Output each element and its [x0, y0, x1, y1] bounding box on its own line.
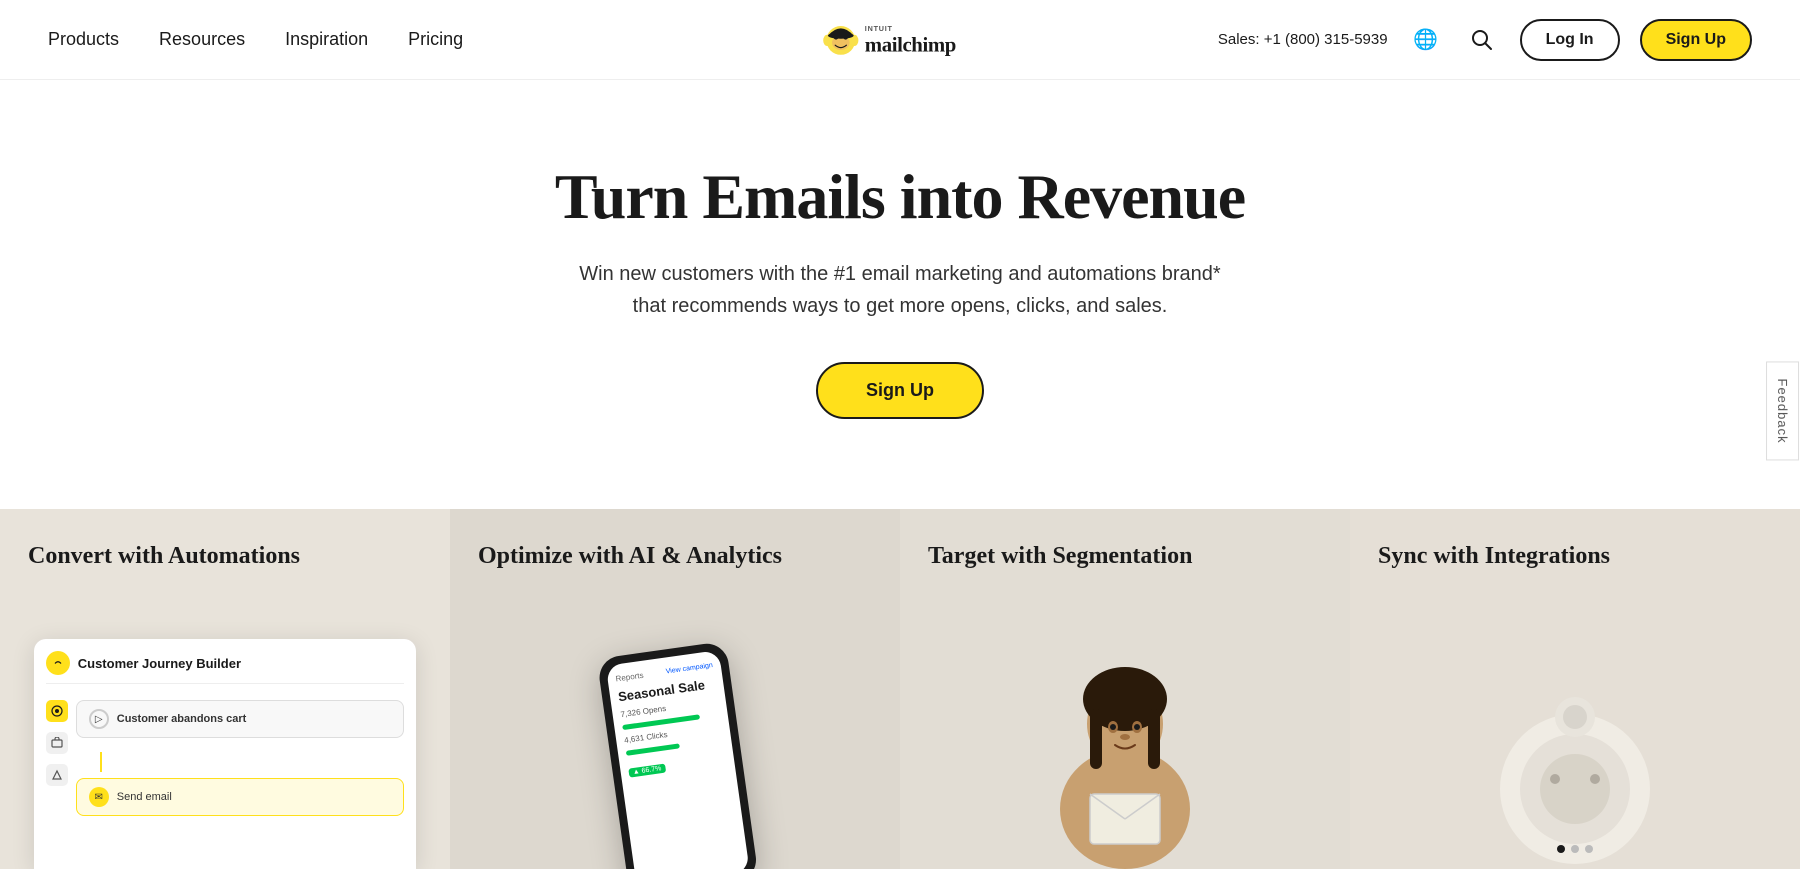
jb-title-text: Customer Journey Builder — [78, 656, 241, 671]
nav-pricing[interactable]: Pricing — [408, 29, 463, 50]
sidebar-icon-3 — [46, 764, 68, 786]
phone-container: Reports View campaign Seasonal Sale 7,32… — [610, 599, 740, 869]
analytics-mockup: Reports View campaign Seasonal Sale 7,32… — [450, 599, 900, 869]
navbar: Products Resources Inspiration Pricing — [0, 0, 1800, 80]
globe-icon[interactable]: 🌐 — [1408, 22, 1444, 58]
nav-left: Products Resources Inspiration Pricing — [48, 29, 463, 50]
jb-card-email: Send email — [117, 791, 172, 803]
panel-dots — [1350, 845, 1800, 853]
nav-right: Sales: +1 (800) 315-5939 🌐 Log In Sign U… — [1218, 19, 1752, 61]
phone-campaign-link: View campaign — [665, 662, 713, 676]
feature-analytics-title: Optimize with AI & Analytics — [450, 509, 900, 592]
jb-header: Customer Journey Builder — [46, 651, 405, 684]
svg-text:INTUIT: INTUIT — [865, 23, 893, 32]
jb-card-text: Customer abandons cart — [117, 713, 247, 725]
feature-segmentation-title: Target with Segmentation — [900, 509, 1350, 592]
nav-inspiration[interactable]: Inspiration — [285, 29, 368, 50]
feature-segmentation: Target with Segmentation — [900, 509, 1350, 869]
feature-automations: Convert with Automations Customer Journe… — [0, 509, 450, 869]
phone-reports-label: Reports — [615, 671, 644, 684]
signup-hero-button[interactable]: Sign Up — [816, 362, 984, 419]
jb-logo-icon — [46, 651, 70, 675]
hero-section: Turn Emails into Revenue Win new custome… — [0, 80, 1800, 509]
segmentation-mockup — [900, 599, 1350, 869]
phone-screen: Reports View campaign Seasonal Sale 7,32… — [606, 650, 750, 869]
nav-resources[interactable]: Resources — [159, 29, 245, 50]
features-section: Convert with Automations Customer Journe… — [0, 509, 1800, 869]
jb-card-2: ✉ Send email — [76, 778, 405, 816]
dot-1 — [1557, 845, 1565, 853]
feedback-tab[interactable]: Feedback — [1766, 361, 1799, 460]
sales-number: Sales: +1 (800) 315-5939 — [1218, 31, 1388, 48]
jb-card-icon-1: ▷ — [89, 709, 109, 729]
dot-2 — [1571, 845, 1579, 853]
hero-title: Turn Emails into Revenue — [555, 160, 1245, 234]
hero-subtitle: Win new customers with the #1 email mark… — [560, 258, 1240, 322]
login-button[interactable]: Log In — [1520, 19, 1620, 61]
feature-integrations: Sync with Integrations — [1350, 509, 1800, 869]
sidebar-icon-2 — [46, 732, 68, 754]
svg-text:mailchimp: mailchimp — [865, 33, 956, 56]
phone-device: Reports View campaign Seasonal Sale 7,32… — [597, 641, 759, 869]
signup-nav-button[interactable]: Sign Up — [1640, 19, 1752, 61]
logo[interactable]: INTUIT mailchimp — [820, 15, 980, 65]
feature-integrations-title: Sync with Integrations — [1350, 509, 1800, 592]
jb-card-icon-2: ✉ — [89, 787, 109, 807]
search-icon[interactable] — [1464, 22, 1500, 58]
jb-connector — [100, 752, 102, 772]
integrations-mockup — [1350, 599, 1800, 869]
dot-3 — [1585, 845, 1593, 853]
jb-card-1: ▷ Customer abandons cart — [76, 700, 405, 738]
person-illustration — [1035, 609, 1215, 869]
feature-analytics: Optimize with AI & Analytics Reports Vie… — [450, 509, 900, 869]
feature-automations-title: Convert with Automations — [0, 509, 450, 592]
sidebar-icon-1 — [46, 700, 68, 722]
device-illustration — [1465, 609, 1685, 869]
automations-mockup: Customer Journey Builder — [0, 599, 450, 869]
phone-badge: ▲ 66.7% — [628, 764, 666, 778]
nav-products[interactable]: Products — [48, 29, 119, 50]
